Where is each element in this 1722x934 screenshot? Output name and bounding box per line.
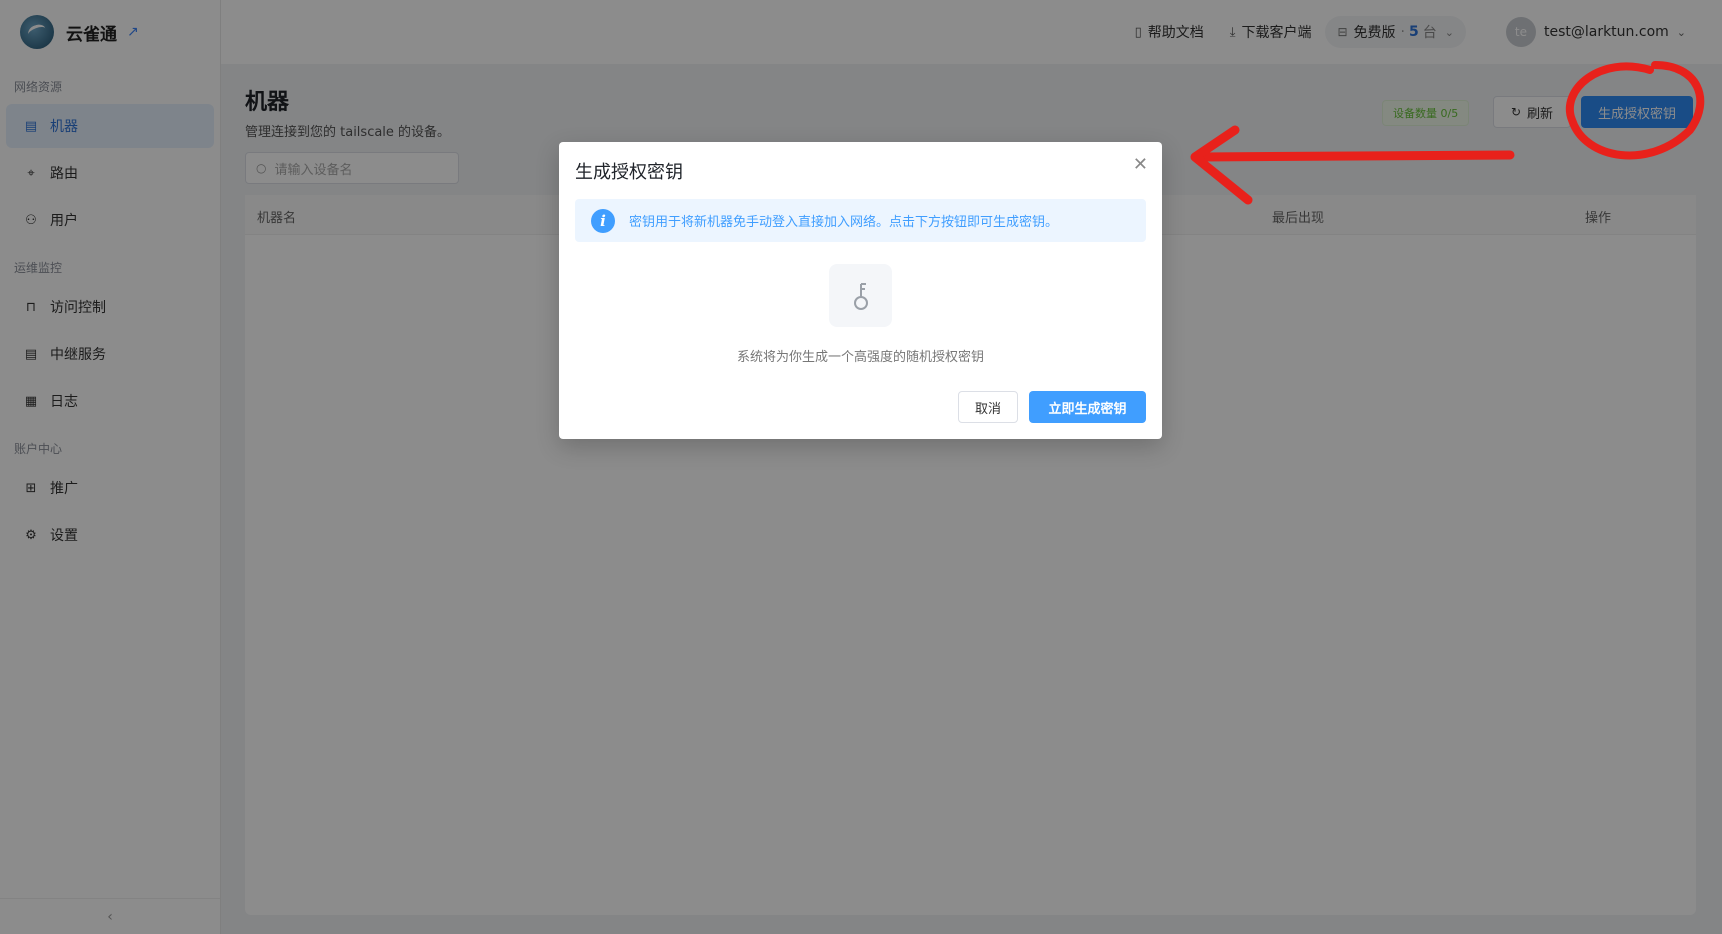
generate-key-dialog: 生成授权密钥 ✕ i 密钥用于将新机器免手动登入直接加入网络。点击下方按钮即可生… xyxy=(559,142,1162,439)
modal-overlay[interactable] xyxy=(0,0,1722,934)
info-icon: i xyxy=(591,208,615,233)
info-alert: i 密钥用于将新机器免手动登入直接加入网络。点击下方按钮即可生成密钥。 xyxy=(575,199,1146,242)
cancel-button[interactable]: 取消 xyxy=(958,391,1018,423)
generate-key-now-button[interactable]: 立即生成密钥 xyxy=(1029,391,1146,423)
key-icon xyxy=(829,264,892,327)
key-glyph xyxy=(853,282,868,310)
close-icon[interactable]: ✕ xyxy=(1133,154,1148,175)
dialog-title: 生成授权密钥 xyxy=(575,162,683,183)
dialog-description: 系统将为你生成一个高强度的随机授权密钥 xyxy=(736,350,984,365)
info-alert-text: 密钥用于将新机器免手动登入直接加入网络。点击下方按钮即可生成密钥。 xyxy=(629,215,1059,230)
